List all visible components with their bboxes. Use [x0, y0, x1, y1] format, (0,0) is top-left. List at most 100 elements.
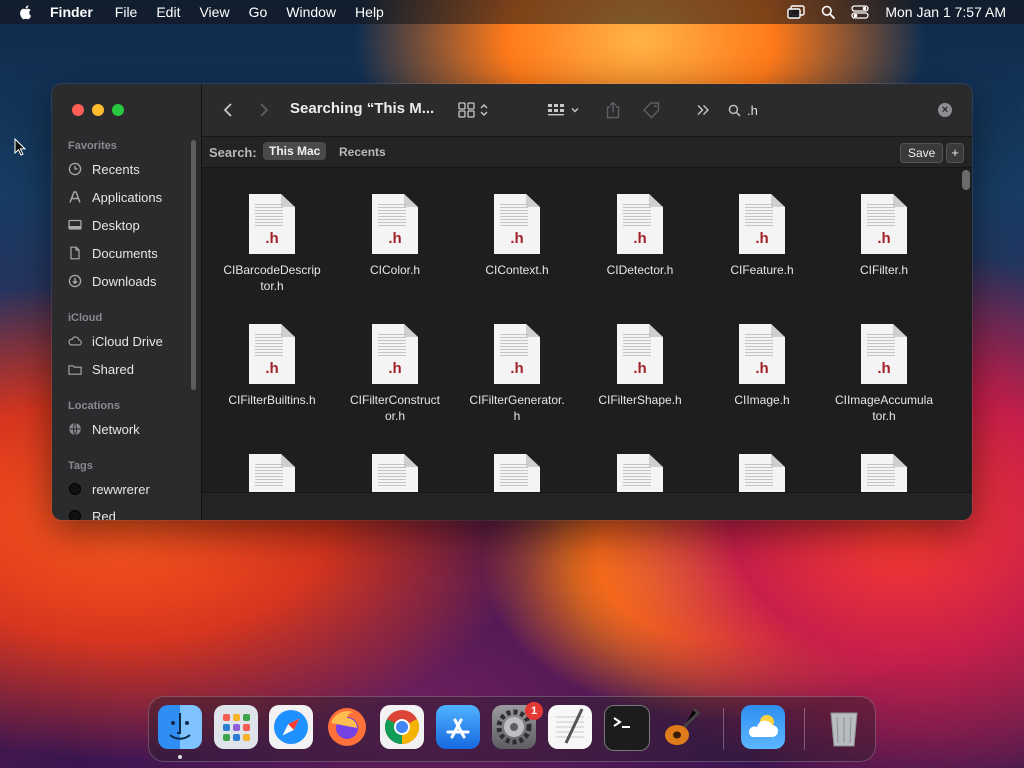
- file-item[interactable]: [580, 454, 700, 492]
- sidebar-item-shared[interactable]: Shared: [68, 358, 134, 380]
- sidebar-header-icloud: iCloud: [68, 312, 103, 324]
- file-extension-label: .h: [755, 360, 769, 377]
- file-item[interactable]: [212, 454, 332, 492]
- file-name-line: CIBarcodeDescrip: [223, 263, 321, 277]
- file-name-line: CIFilterConstruct: [349, 393, 441, 407]
- file-item[interactable]: [457, 454, 577, 492]
- search-field[interactable]: .h ×: [722, 96, 962, 124]
- file-item[interactable]: .h CIImageAccumula tor.h: [824, 324, 944, 424]
- file-name: CIDetector.h: [580, 262, 700, 278]
- dock-app-store-icon[interactable]: [436, 705, 480, 749]
- control-center-icon[interactable]: [851, 5, 870, 19]
- file-extension-label: .h: [265, 230, 279, 247]
- menu-file[interactable]: File: [115, 4, 138, 20]
- spotlight-search-icon[interactable]: [821, 5, 836, 19]
- sidebar-item-label: Recents: [92, 161, 140, 177]
- dock-textedit-icon[interactable]: [548, 705, 592, 749]
- sidebar-item-documents[interactable]: Documents: [68, 242, 158, 264]
- file-name: CIFilterConstruct or.h: [335, 392, 455, 424]
- menu-help[interactable]: Help: [355, 4, 384, 20]
- sidebar-item-recents[interactable]: Recents: [68, 158, 140, 180]
- add-criteria-button[interactable]: +: [946, 143, 964, 163]
- tag-button[interactable]: [642, 98, 662, 122]
- sidebar-item-desktop[interactable]: Desktop: [68, 214, 140, 236]
- file-extension-label: .h: [755, 230, 769, 247]
- dock-terminal-icon[interactable]: [604, 705, 650, 751]
- file-item[interactable]: .h CIDetector.h: [580, 194, 700, 278]
- share-icon: [606, 101, 620, 119]
- file-item[interactable]: [702, 454, 822, 492]
- forward-button[interactable]: [258, 98, 270, 122]
- header-file-icon: .h: [861, 194, 907, 254]
- minimize-window-button[interactable]: [92, 104, 104, 116]
- clear-search-icon[interactable]: ×: [938, 103, 952, 117]
- dock-chrome-icon[interactable]: [380, 705, 424, 749]
- sidebar-item-applications[interactable]: Applications: [68, 186, 162, 208]
- file-item[interactable]: [335, 454, 455, 492]
- dock-trash-icon[interactable]: [822, 705, 866, 749]
- sidebar-item-downloads[interactable]: Downloads: [68, 270, 156, 292]
- dock-weather-icon[interactable]: [741, 705, 785, 749]
- file-item[interactable]: .h CIColor.h: [335, 194, 455, 278]
- menu-go[interactable]: Go: [249, 4, 268, 20]
- view-mode-button[interactable]: [458, 98, 490, 122]
- finder-window: Favorites Recents Applications Desktop D…: [52, 84, 972, 520]
- menu-clock[interactable]: Mon Jan 1 7:57 AM: [885, 4, 1006, 20]
- sidebar-item-label: Applications: [92, 189, 163, 205]
- file-name-line: h: [513, 409, 521, 423]
- sidebar-scrollbar[interactable]: [191, 140, 196, 390]
- scope-this-mac-button[interactable]: This Mac: [263, 142, 327, 160]
- desktop-icon: [68, 218, 82, 232]
- save-search-button[interactable]: Save: [900, 143, 944, 163]
- file-extension-label: .h: [510, 230, 524, 247]
- sidebar-item-tag-rewwrerer[interactable]: rewwrerer: [68, 478, 150, 500]
- header-file-icon: .h: [494, 324, 540, 384]
- menu-bar: Finder File Edit View Go Window Help Mon…: [0, 0, 1024, 24]
- dock-firefox-icon[interactable]: [325, 705, 369, 749]
- apple-menu-icon[interactable]: [18, 4, 34, 20]
- dock-finder-icon[interactable]: [158, 705, 202, 749]
- chevron-down-icon: [571, 108, 579, 113]
- file-item[interactable]: .h CIFilter.h: [824, 194, 944, 278]
- file-name-line: CIFilter.h: [859, 263, 908, 277]
- search-icon: [728, 104, 741, 117]
- file-item[interactable]: .h CIContext.h: [457, 194, 577, 278]
- search-input[interactable]: .h: [747, 103, 758, 118]
- close-window-button[interactable]: [72, 104, 84, 116]
- file-item[interactable]: .h CIFeature.h: [702, 194, 822, 278]
- file-name-line: CIImageAccumula: [834, 393, 934, 407]
- group-by-button[interactable]: [547, 98, 580, 122]
- sidebar-item-network[interactable]: Network: [68, 418, 140, 440]
- dock-launchpad-icon[interactable]: [214, 705, 258, 749]
- file-item[interactable]: .h CIFilterShape.h: [580, 324, 700, 408]
- header-file-icon: [739, 454, 785, 492]
- file-extension-label: .h: [265, 360, 279, 377]
- file-item[interactable]: .h CIImage.h: [702, 324, 822, 408]
- screen-mirroring-icon[interactable]: [787, 5, 806, 19]
- dock-safari-icon[interactable]: [269, 705, 313, 749]
- menu-window[interactable]: Window: [286, 4, 336, 20]
- dock-garageband-icon[interactable]: [660, 705, 704, 749]
- file-name: CIFilterShape.h: [580, 392, 700, 408]
- back-button[interactable]: [222, 98, 234, 122]
- menu-edit[interactable]: Edit: [156, 4, 180, 20]
- file-item[interactable]: .h CIBarcodeDescrip tor.h: [212, 194, 332, 294]
- sidebar-item-label: rewwrerer: [92, 481, 150, 497]
- file-item[interactable]: .h CIFilterBuiltins.h: [212, 324, 332, 408]
- sidebar-item-icloud-drive[interactable]: iCloud Drive: [68, 330, 163, 352]
- menu-app-name[interactable]: Finder: [50, 4, 93, 20]
- file-item[interactable]: [824, 454, 944, 492]
- sidebar-item-tag-red[interactable]: Red: [68, 505, 116, 520]
- sidebar-item-label: Downloads: [92, 273, 157, 289]
- sidebar: Favorites Recents Applications Desktop D…: [52, 84, 202, 520]
- file-name: CIFilterBuiltins.h: [212, 392, 332, 408]
- file-name-line: CIFilterShape.h: [598, 393, 682, 407]
- file-item[interactable]: .h CIFilterGenerator. h: [457, 324, 577, 424]
- scope-recents-button[interactable]: Recents: [339, 145, 386, 159]
- share-button[interactable]: [605, 98, 621, 122]
- menu-view[interactable]: View: [199, 4, 229, 20]
- more-toolbar-button[interactable]: [696, 98, 710, 122]
- content-scrollbar[interactable]: [962, 170, 970, 190]
- zoom-window-button[interactable]: [112, 104, 124, 116]
- file-item[interactable]: .h CIFilterConstruct or.h: [335, 324, 455, 424]
